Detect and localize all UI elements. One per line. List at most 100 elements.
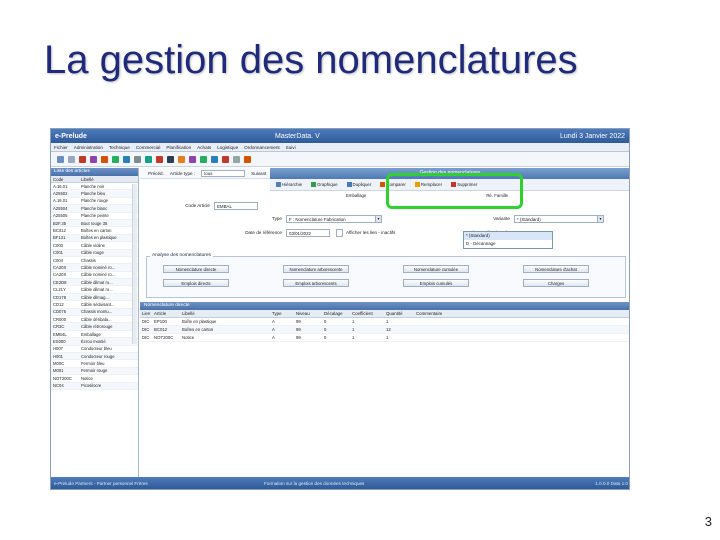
list-item[interactable]: CA20X Câble nominé ro... [51, 272, 138, 280]
search-icon[interactable] [123, 155, 130, 163]
table-row[interactable]: DIC BC012 Boîtes en carton A 99 0 1 12 [140, 326, 629, 334]
menu-suivi[interactable]: Suivi [286, 145, 296, 150]
calendar-icon[interactable] [178, 155, 185, 163]
list-item[interactable]: CA20X Câble nominé ro... [51, 264, 138, 272]
alert-icon[interactable] [222, 155, 229, 163]
article-label: Planche bleu [81, 191, 106, 197]
article-label: Câble rétrorouge [81, 324, 113, 330]
info-icon[interactable] [211, 155, 218, 163]
btn-emplois-cumules[interactable]: Emplois cumulés [403, 279, 469, 287]
list-item[interactable]: ES000 Écrou montié [51, 338, 138, 346]
list-item[interactable]: C001 Câble rouge [51, 249, 138, 257]
date-ref-input[interactable]: 03/01/2022 [286, 229, 330, 237]
list-item[interactable]: M001 Fermoir rouge [51, 367, 138, 376]
list-item[interactable]: BF131 Boîtes en plastique [51, 234, 138, 243]
variant-select[interactable]: * (Standard) ▾ [514, 215, 604, 223]
list-item[interactable]: CD178 Câble dilmag... [51, 293, 138, 302]
col-commentaire[interactable]: Commentaire [416, 311, 476, 316]
btn-nomenclature-directe[interactable]: Nomenclature directe [163, 265, 229, 273]
list-item[interactable]: A25502 Planche bleu [51, 190, 138, 198]
col-coefficient[interactable]: Coefficient [352, 311, 386, 316]
checkbox[interactable] [336, 229, 343, 237]
col-decalage[interactable]: Décalage [324, 311, 352, 316]
list-item[interactable]: EMB4L Emballage [51, 331, 138, 339]
list-item[interactable]: H001 Conducteur rouge [51, 352, 138, 361]
menu-achats[interactable]: Achats [197, 145, 211, 150]
menu-ordonnancement[interactable]: Ordonnancement [244, 145, 280, 150]
col-label[interactable]: Libellé [81, 177, 131, 182]
prev-button[interactable]: Précéd. [148, 171, 164, 176]
btn-emplois-arborescents[interactable]: Emplois arborescents [283, 279, 349, 287]
article-type-select[interactable]: tous [201, 169, 246, 177]
variant-option-decannage[interactable]: D - Décannage [464, 240, 552, 248]
table-row[interactable]: DIC NOT200C Notice A 99 0 1 1 [140, 334, 629, 342]
list-item[interactable]: CD075 Chassis montu... [51, 308, 138, 317]
delete-icon[interactable] [79, 155, 86, 163]
chart-icon[interactable] [145, 155, 152, 163]
list-item[interactable]: CR3C Câble rétrorouge [51, 323, 138, 331]
duplicate-button[interactable]: Dupliquer [346, 182, 371, 188]
new-icon[interactable] [57, 155, 64, 163]
menu-logistique[interactable]: Logistique [217, 145, 238, 150]
grid-icon[interactable] [134, 155, 141, 163]
col-type[interactable]: Type [272, 311, 296, 316]
list-item[interactable]: H007 Conducteur bleu [51, 346, 138, 353]
settings-icon[interactable] [167, 155, 174, 163]
col-code[interactable]: Code [51, 177, 81, 182]
hierarchy-icon [276, 182, 281, 188]
list-item[interactable]: NC04 Picosilocre [51, 382, 138, 390]
list-item[interactable]: C004 Chassis [51, 257, 138, 265]
col-lien[interactable]: Lien [140, 311, 154, 316]
list-item[interactable]: A.16.01 Planche noir [51, 183, 138, 191]
col-niveau[interactable]: Niveau [296, 311, 324, 316]
table-row[interactable]: DIC EP100 Boîte en plastique A 99 0 1 1 [140, 318, 629, 326]
list-item[interactable]: CR000 Câble déribala... [51, 316, 138, 324]
list-item[interactable]: A.16.01 Planche rouge [51, 198, 138, 206]
list-item[interactable]: BC012 Boîtes en carton [51, 227, 138, 235]
article-list-scrollbar[interactable] [132, 184, 137, 344]
graph-button[interactable]: Graphique [311, 182, 338, 188]
help-icon[interactable] [233, 155, 240, 163]
open-icon[interactable] [68, 155, 75, 163]
type-select[interactable]: F : Nomenclature Fabrication ▾ [286, 215, 382, 223]
code-input[interactable]: EMBAL [214, 202, 258, 210]
list-item[interactable]: A25504 Planche blanc [51, 205, 138, 213]
menu-fichier[interactable]: Fichier [54, 145, 68, 150]
list-item[interactable]: C000 Câble violine [51, 242, 138, 250]
hierarchy-button[interactable]: Hiérarchie [276, 182, 302, 188]
list-item[interactable]: CD12 Câble séduisant... [51, 301, 138, 309]
cell-lien: DIC [142, 335, 150, 340]
menu-technique[interactable]: Technique [109, 145, 130, 150]
btn-nomenclature-achat[interactable]: Nomenclature d'achat [523, 265, 589, 273]
btn-charges[interactable]: Charges [523, 279, 589, 287]
refresh-icon[interactable] [112, 155, 119, 163]
stop-icon[interactable] [156, 155, 163, 163]
list-item[interactable]: CL21Y Câble dilmat ro... [51, 286, 138, 294]
print-icon[interactable] [90, 155, 97, 163]
link-icon[interactable] [189, 155, 196, 163]
chevron-down-icon: ▾ [597, 216, 603, 222]
col-article[interactable]: Article [154, 311, 182, 316]
col-quantite[interactable]: Quantité [386, 311, 416, 316]
btn-nomenclature-cumulee[interactable]: Nomenclature cumulée [403, 265, 469, 273]
btn-nomenclature-arborescente[interactable]: Nomenclature arborescente [283, 265, 349, 273]
export-icon[interactable] [101, 155, 108, 163]
page-number: 3 [704, 514, 712, 529]
list-item[interactable]: CE2D8 Câble dilmat ro... [51, 279, 138, 287]
menu-planification[interactable]: Planification [166, 145, 191, 150]
list-item[interactable]: A25505 Planche peinte [51, 213, 138, 220]
menu-commercial[interactable]: Commercial [136, 145, 161, 150]
date-label: Lundi 3 Janvier 2022 [560, 132, 625, 140]
col-libelle[interactable]: Libellé [182, 311, 272, 316]
list-item[interactable]: M00C Fermoir bleu [51, 360, 138, 368]
variant-option-standard[interactable]: * (Standard) [464, 232, 552, 240]
list-item[interactable]: NOT200C Notice [51, 375, 138, 383]
nomenclature-directe-panel: Nomenclature directe Lien Article Libell… [140, 302, 629, 478]
btn-emplois-directs[interactable]: Emplois directs [163, 279, 229, 287]
app-window: e-Prelude MasterData. V Lundi 3 Janvier … [50, 128, 630, 490]
next-button[interactable]: Suivant [251, 171, 266, 176]
list-item[interactable]: B2F.35 Bout rouge 35 [51, 219, 138, 228]
check-icon[interactable] [200, 155, 207, 163]
home-icon[interactable] [244, 155, 251, 163]
menu-administration[interactable]: Administration [74, 145, 103, 150]
